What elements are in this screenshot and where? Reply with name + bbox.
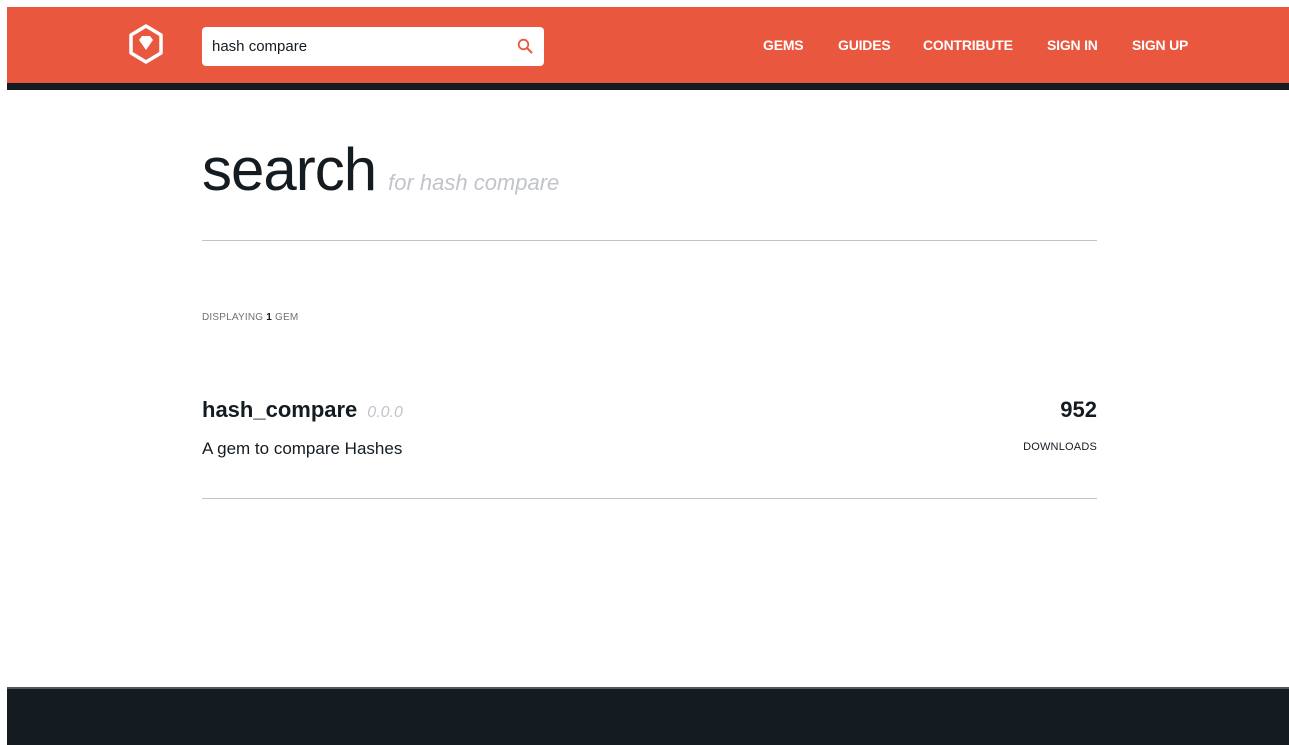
page-title-text: search — [202, 136, 377, 203]
main-nav: GEMS GUIDES CONTRIBUTE SIGN IN SIGN UP — [7, 37, 1289, 57]
nav-sign-up[interactable]: SIGN UP — [1132, 37, 1188, 53]
nav-gems[interactable]: GEMS — [763, 37, 804, 53]
nav-sign-in[interactable]: SIGN IN — [1047, 37, 1098, 53]
gem-description: A gem to compare Hashes — [202, 439, 403, 458]
gem-downloads-label: DOWNLOADS — [1023, 441, 1097, 453]
count-number: 1 — [266, 312, 273, 323]
gem-name-link[interactable]: hash_compare 0.0.0 — [202, 397, 403, 423]
count-suffix: GEM — [275, 312, 299, 323]
gem-version: 0.0.0 — [367, 404, 403, 421]
site-header: GEMS GUIDES CONTRIBUTE SIGN IN SIGN UP — [7, 7, 1289, 83]
gem-name: hash_compare — [202, 397, 358, 422]
count-prefix: DISPLAYING — [202, 312, 264, 323]
site-footer — [7, 687, 1289, 745]
nav-contribute[interactable]: CONTRIBUTE — [923, 37, 1013, 53]
result-divider — [202, 498, 1097, 499]
title-divider — [202, 240, 1097, 241]
results-count: DISPLAYING 1 GEM — [202, 312, 298, 323]
header-bottom-bar — [7, 83, 1289, 90]
page-subtitle: for hash compare — [388, 170, 560, 195]
gem-downloads-count: 952 — [1060, 397, 1097, 422]
page-title: search for hash compare — [202, 135, 559, 204]
page: GEMS GUIDES CONTRIBUTE SIGN IN SIGN UP s… — [7, 7, 1289, 745]
nav-guides[interactable]: GUIDES — [838, 37, 891, 53]
